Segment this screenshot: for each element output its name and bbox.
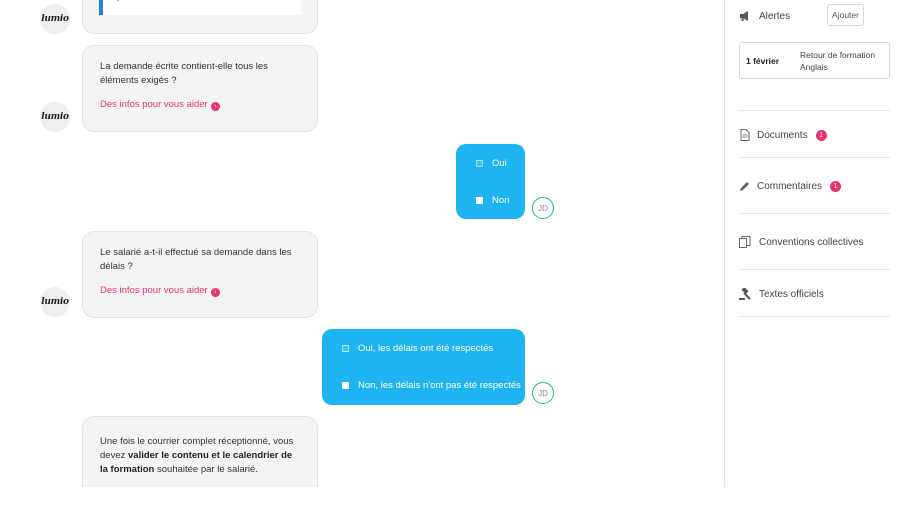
arrow-right-icon: › <box>210 102 220 111</box>
bot-message: Le salarié a-t-il effectué sa demande da… <box>82 231 318 318</box>
bot-message-text: Le salarié a-t-il effectué sa demande da… <box>100 247 292 272</box>
copy-icon <box>739 236 751 248</box>
choice-option-oui[interactable]: Oui <box>476 158 507 169</box>
add-alert-button[interactable]: Ajouter <box>827 4 864 26</box>
alert-date: 1 février <box>746 56 780 66</box>
choice-label: Non, les délais n'ont pas été respectés <box>358 380 521 391</box>
checkbox-checked-icon <box>476 197 483 204</box>
bot-message: Une fois le courrier complet réceptionné… <box>82 416 318 487</box>
megaphone-icon <box>740 11 748 21</box>
sidebar-item-commentaires[interactable]: Commentaires 1 <box>739 177 890 195</box>
pencil-icon <box>740 182 749 191</box>
choice-label: Oui, les délais ont été respectés <box>358 343 494 354</box>
alert-title: Retour de formation Anglais <box>800 50 876 72</box>
gavel-icon <box>739 288 751 300</box>
bot-message-text: La demande écrite contient-elle tous les… <box>100 61 268 86</box>
divider <box>739 269 890 270</box>
arrow-right-icon: › <box>210 288 220 297</box>
bot-message: La demande écrite contient-elle tous les… <box>82 45 318 132</box>
choice-label: Oui <box>492 158 507 169</box>
document-icon <box>740 129 750 141</box>
logo-text: lumio <box>41 112 69 122</box>
bot-message-text: souhaitée par le salarié. <box>154 464 258 475</box>
user-choice-bubble: Oui, les délais ont été respectés Non, l… <box>322 329 525 405</box>
user-choice-bubble: Oui Non <box>456 144 525 219</box>
alerts-label: Alertes <box>759 10 791 22</box>
checkbox-icon <box>342 345 349 352</box>
notification-badge: 1 <box>815 129 827 141</box>
divider <box>739 157 890 158</box>
sidebar-item-label: Documents <box>757 129 808 141</box>
help-link-label: Des infos pour vous aider <box>100 99 208 110</box>
previous-message-card: professionnel du salarié <box>82 0 318 34</box>
previous-message-text: professionnel du salarié <box>99 0 301 15</box>
choice-option-oui[interactable]: Oui, les délais ont été respectés <box>342 343 493 354</box>
sidebar-item-conventions[interactable]: Conventions collectives <box>739 233 890 251</box>
sidebar-item-label: Commentaires <box>757 180 823 192</box>
choice-option-non[interactable]: Non <box>476 195 509 206</box>
bot-avatar: lumio <box>40 102 70 132</box>
app-root: professionnel du salarié lumio lumio La … <box>0 0 900 531</box>
logo-text: lumio <box>41 297 69 307</box>
divider <box>739 110 890 111</box>
choice-option-non[interactable]: Non, les délais n'ont pas été respectés <box>342 380 521 391</box>
sidebar-item-documents[interactable]: Documents 1 <box>739 126 890 144</box>
help-link[interactable]: Des infos pour vous aider › <box>100 284 300 298</box>
divider <box>739 316 890 317</box>
bot-avatar: lumio <box>40 287 70 317</box>
help-link[interactable]: Des infos pour vous aider › <box>100 98 300 112</box>
choice-label: Non <box>492 195 510 206</box>
sidebar-item-label: Textes officiels <box>759 288 824 300</box>
chat-panel: professionnel du salarié lumio lumio La … <box>0 0 724 487</box>
user-avatar: JD <box>532 382 554 404</box>
checkbox-checked-icon <box>342 382 349 389</box>
logo-text: lumio <box>41 14 69 24</box>
sidebar-item-label: Conventions collectives <box>759 236 864 248</box>
alert-card[interactable]: 1 février Retour de formation Anglais <box>739 42 890 79</box>
page-bottom <box>0 487 900 531</box>
help-link-label: Des infos pour vous aider <box>100 285 208 296</box>
notification-badge: 1 <box>830 180 842 192</box>
bot-avatar: lumio <box>40 4 70 34</box>
divider <box>739 213 890 214</box>
checkbox-icon <box>476 160 483 167</box>
sidebar-item-textes-officiels[interactable]: Textes officiels <box>739 285 890 303</box>
user-avatar: JD <box>532 197 554 219</box>
